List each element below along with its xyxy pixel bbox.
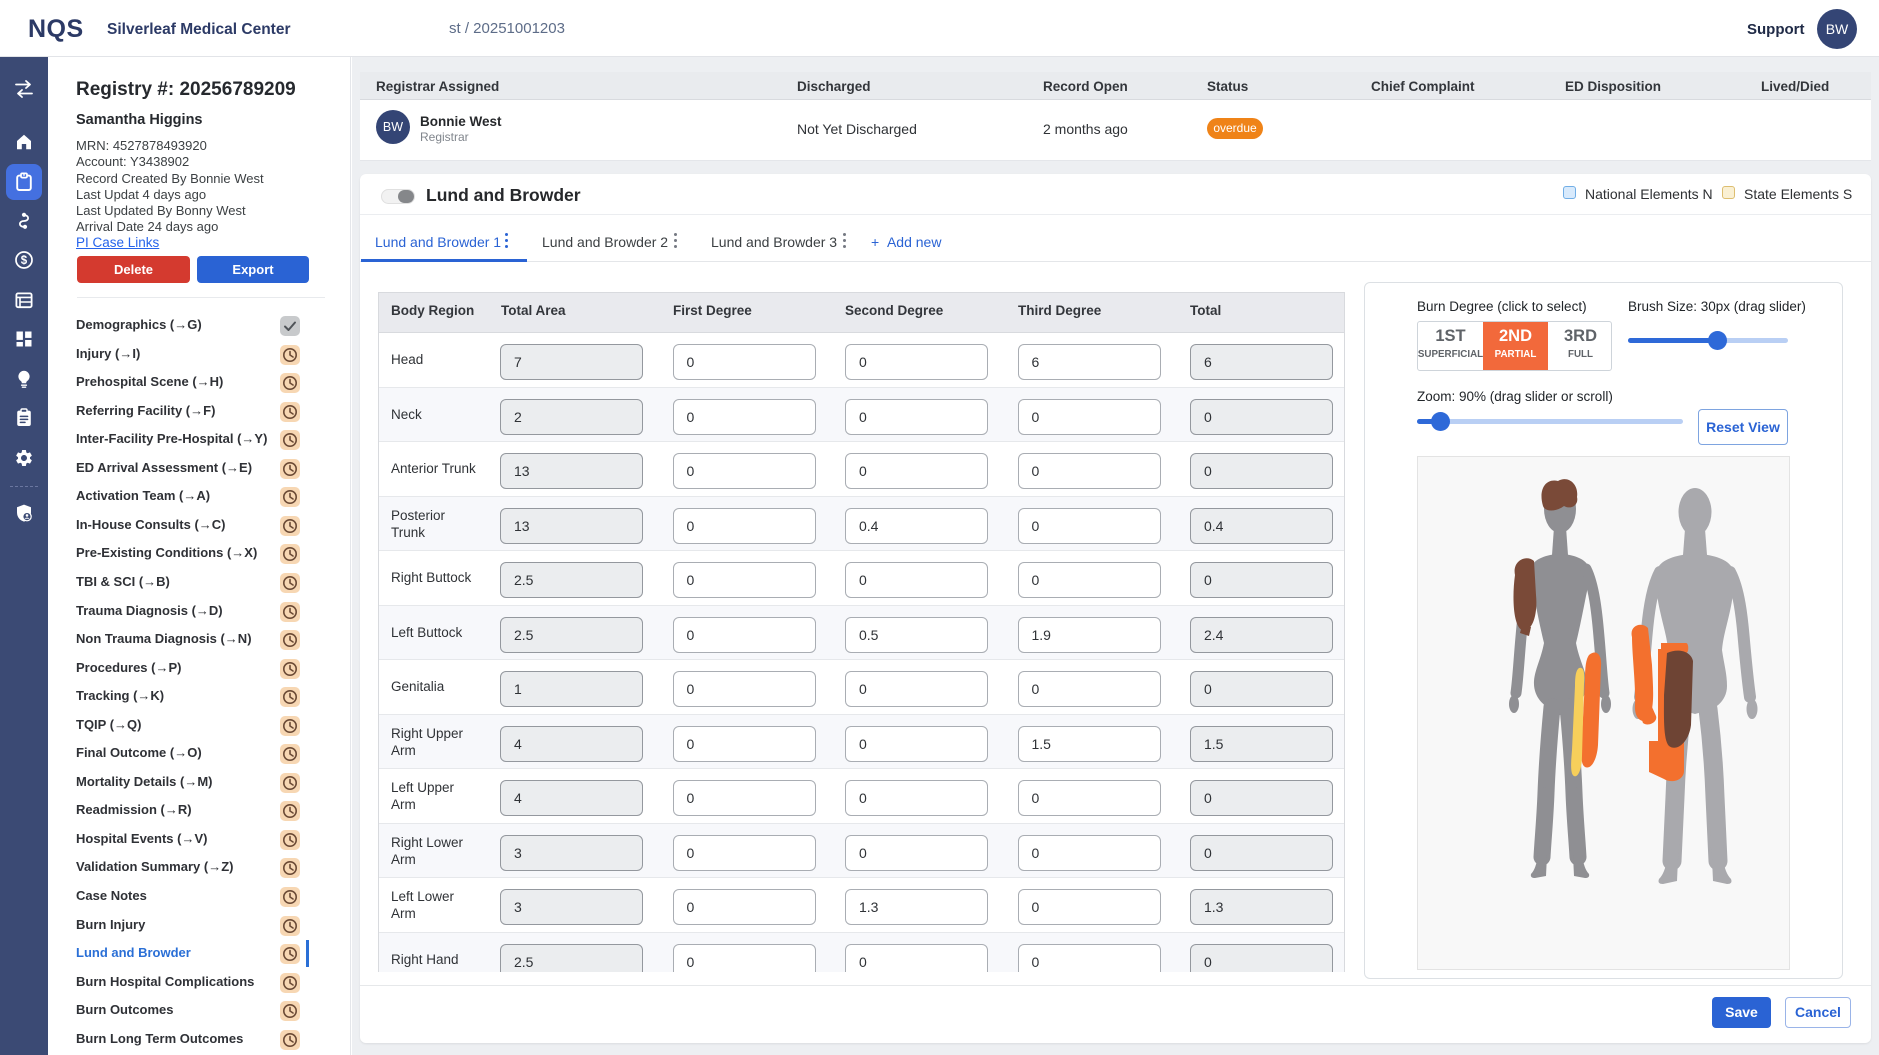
svg-text:$: $ xyxy=(21,255,28,267)
